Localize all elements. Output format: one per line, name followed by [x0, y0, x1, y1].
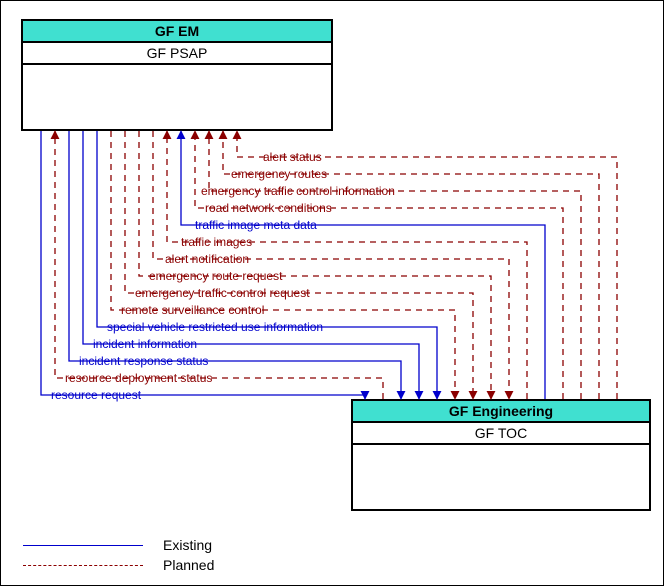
flow-alert-status: alert status	[263, 151, 322, 163]
legend-label: Existing	[163, 537, 212, 553]
legend-line-planned	[23, 565, 143, 566]
diagram-canvas: GF EM GF PSAP GF Engineering GF TOC aler…	[0, 0, 664, 586]
flow-emer-route-req: emergency route request	[149, 270, 282, 282]
legend-line-existing	[23, 545, 143, 546]
flow-incident-resp: incident response status	[79, 355, 208, 367]
flow-incident-info: incident information	[93, 338, 197, 350]
legend-planned: Planned	[23, 557, 214, 573]
flow-special-veh: special vehicle restricted use informati…	[107, 321, 323, 333]
legend-label: Planned	[163, 557, 214, 573]
flow-road-cond: road network conditions	[205, 202, 332, 214]
flow-emergency-routes: emergency routes	[231, 168, 327, 180]
flows-svg	[1, 1, 664, 587]
flow-etc-req: emergency traffic control request	[135, 287, 310, 299]
legend-existing: Existing	[23, 537, 214, 553]
legend: Existing Planned	[23, 533, 214, 573]
flow-traffic-meta: traffic image meta data	[195, 219, 317, 231]
flow-traffic-images: traffic images	[181, 236, 252, 248]
flow-remote-surv: remote surveillance control	[121, 304, 264, 316]
flow-alert-notif: alert notification	[165, 253, 249, 265]
flow-res-deploy: resource deployment status	[65, 372, 212, 384]
flow-etc-info: emergency traffic control information	[201, 185, 395, 197]
flow-res-request: resource request	[51, 389, 141, 401]
